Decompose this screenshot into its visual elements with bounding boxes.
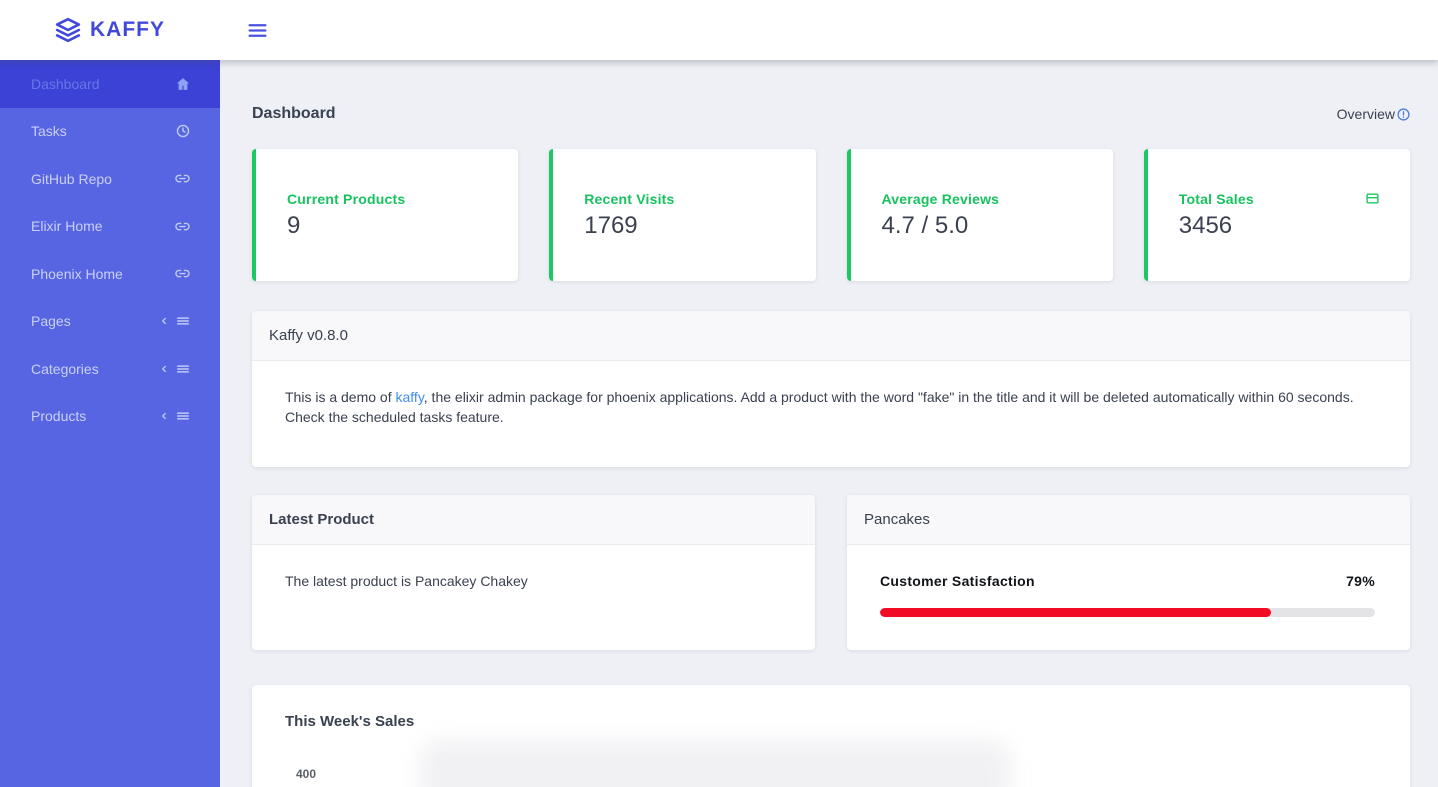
hamburger-menu-icon [247,20,268,41]
card-title: This Week's Sales [285,713,415,731]
sidebar-item-github-repo[interactable]: GitHub Repo [0,155,220,203]
main-content: Dashboard Overview Current Products 9 Re… [220,60,1438,787]
stat-value: 4.7 / 5.0 [881,211,969,239]
pancakes-card: Pancakes Customer Satisfaction 79% [847,495,1410,651]
latest-product-text: The latest product is Pancakey Chakey [285,573,528,590]
overview-label: Overview [1336,106,1395,122]
home-icon [176,77,190,91]
customer-satisfaction-value: 79% [1346,573,1375,590]
stat-title: Total Sales [1178,190,1254,207]
stat-card-recent-visits: Recent Visits 1769 [549,149,816,281]
info-icon[interactable] [1397,107,1410,121]
sidebar-item-tasks[interactable]: Tasks [0,108,220,156]
brand-text: KAFFY [90,18,165,41]
chevron-left-icon [159,316,169,326]
latest-product-card: Latest Product The latest product is Pan… [252,495,815,651]
sidebar-item-label: Pages [31,313,71,330]
stat-value: 3456 [1178,211,1233,239]
sidebar: Dashboard Tasks GitHub Repo Elixir Home … [0,60,220,787]
stat-title: Current Products [287,190,406,207]
stat-value: 1769 [584,211,638,239]
stat-card-current-products: Current Products 9 [252,149,519,281]
sidebar-item-label: Phoenix Home [31,265,123,282]
demo-text-after: , the elixir admin package for phoenix a… [285,389,1354,425]
link-icon [175,266,190,281]
demo-text-before: This is a demo of [285,389,396,405]
card-title: Pancakes [847,495,1410,546]
overview-link[interactable]: Overview [1337,106,1410,122]
kaffy-version-card: Kaffy v0.8.0 This is a demo of kaffy, th… [252,311,1410,468]
sidebar-item-elixir-home[interactable]: Elixir Home [0,203,220,251]
layers-icon [55,17,81,43]
sidebar-item-pages[interactable]: Pages [0,298,220,346]
satisfaction-progress-fill [880,607,1272,617]
sidebar-item-products[interactable]: Products [0,393,220,441]
sidebar-item-dashboard[interactable]: Dashboard [0,60,220,108]
sidebar-item-label: GitHub Repo [31,170,112,187]
stat-cards-row: Current Products 9 Recent Visits 1769 Av… [252,149,1410,281]
stat-value: 9 [287,211,301,239]
kaffy-version-card-row: Kaffy v0.8.0 This is a demo of kaffy, th… [252,311,1410,468]
satisfaction-progress-bar [880,607,1375,617]
link-icon [175,171,190,186]
sidebar-item-label: Dashboard [31,75,100,92]
sidebar-item-label: Tasks [31,123,67,140]
clock-icon [176,124,190,138]
stat-title: Recent Visits [584,190,675,207]
customer-satisfaction-label: Customer Satisfaction [880,573,1035,590]
link-icon [175,219,190,234]
kaffy-demo-text: This is a demo of kaffy, the elixir admi… [252,361,1410,467]
stat-card-average-reviews: Average Reviews 4.7 / 5.0 [846,149,1113,281]
page-header: Dashboard Overview [252,105,1410,123]
sidebar-toggle-button[interactable] [247,20,268,41]
chart-axis-label: 400 [296,767,317,782]
kaffy-logo[interactable]: KAFFY [55,17,165,43]
sidebar-item-label: Products [31,408,87,425]
list-icon [176,409,190,423]
stat-card-total-sales: Total Sales 3456 [1143,149,1410,281]
weekly-sales-card: This Week's Sales 400 [252,685,1410,787]
weekly-sales-row: This Week's Sales 400 [252,685,1410,787]
top-navbar: KAFFY [0,0,1438,60]
stat-title: Average Reviews [881,190,1000,207]
chevron-left-icon [159,411,169,421]
sidebar-item-label: Elixir Home [31,218,103,235]
chevron-left-icon [159,364,169,374]
sidebar-item-label: Categories [31,360,99,377]
sales-chart-area [420,740,1010,787]
kaffy-link[interactable]: kaffy [396,389,424,405]
page-title: Dashboard [252,105,336,122]
credit-card-icon [1366,192,1379,205]
list-icon [176,362,190,376]
sidebar-item-categories[interactable]: Categories [0,345,220,393]
list-icon [176,314,190,328]
middle-cards-row: Latest Product The latest product is Pan… [252,495,1410,651]
card-title: Kaffy v0.8.0 [252,311,1410,361]
card-title: Latest Product [252,495,815,546]
sidebar-item-phoenix-home[interactable]: Phoenix Home [0,250,220,298]
